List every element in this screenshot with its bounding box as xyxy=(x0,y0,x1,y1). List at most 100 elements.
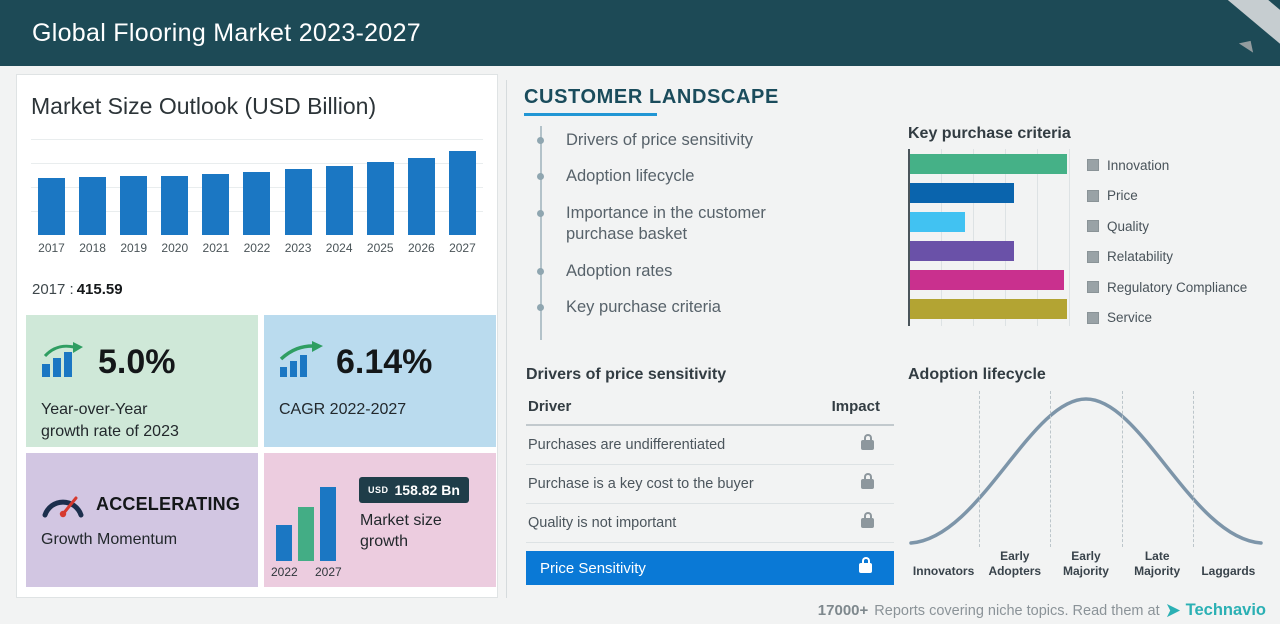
bar-column-2027 xyxy=(442,139,483,235)
x-axis-labels: 2017201820192020202120222023202420252026… xyxy=(31,241,483,255)
bar-2025 xyxy=(367,162,394,235)
lock-icon xyxy=(861,518,874,528)
market-size-title: Market Size Outlook (USD Billion) xyxy=(31,93,376,120)
kpc-bar-relatability xyxy=(910,241,1014,261)
stage-label-laggards: Laggards xyxy=(1193,564,1264,579)
bar-column-2019 xyxy=(113,139,154,235)
driver-row: Quality is not important xyxy=(526,504,894,543)
column-header-impact: Impact xyxy=(832,398,894,415)
section-divider xyxy=(506,80,507,598)
price-sensitivity-highlight-row: Price Sensitivity xyxy=(526,551,894,585)
yoy-growth-card: 5.0% Year-over-Year growth rate of 2023 xyxy=(26,315,258,447)
series-marker-icon xyxy=(1087,220,1099,232)
market-size-outlook-panel: Market Size Outlook (USD Billion) 201720… xyxy=(16,74,498,598)
cagr-value: 6.14% xyxy=(336,343,432,382)
speedometer-icon xyxy=(40,485,86,524)
momentum-value: ACCELERATING xyxy=(96,494,240,515)
table-body: Purchases are undifferentiated Purchase i… xyxy=(526,426,894,543)
x-tick-2023: 2023 xyxy=(278,241,319,255)
adoption-lifecycle-chart xyxy=(908,389,1264,547)
bar-chart-up-arrow-icon xyxy=(40,341,86,384)
bar-column-2023 xyxy=(278,139,319,235)
customer-landscape-list: Drivers of price sensitivity Adoption lif… xyxy=(540,126,824,340)
landscape-item-importance-in-the-customer-purchase-basket: Importance in the customer purchase bask… xyxy=(566,203,824,246)
key-purchase-criteria-title: Key purchase criteria xyxy=(908,125,1071,143)
technavio-logo[interactable]: Technavio xyxy=(1166,601,1266,620)
chart-legend: InnovationPriceQualityRelatabilityRegula… xyxy=(1087,150,1247,333)
brand-name: Technavio xyxy=(1186,601,1266,620)
table-header-row: Driver Impact xyxy=(526,392,894,426)
stage-label-early-majority: Early Majority xyxy=(1050,549,1121,579)
kpc-bar-service xyxy=(910,299,1067,319)
series-marker-icon xyxy=(1087,190,1099,202)
driver-label: Quality is not important xyxy=(528,515,676,531)
bar-column-2018 xyxy=(72,139,113,235)
legend-item-innovation: Innovation xyxy=(1087,150,1247,181)
base-year-value: 415.59 xyxy=(77,281,123,298)
series-marker-icon xyxy=(1087,251,1099,263)
bar-column-2026 xyxy=(401,139,442,235)
stage-label-innovators: Innovators xyxy=(908,564,979,579)
growth-momentum-card: ACCELERATING Growth Momentum xyxy=(26,453,258,587)
kpc-bar-regulatory-compliance xyxy=(910,270,1064,290)
kpc-bar-price xyxy=(910,183,1014,203)
kpc-bar-innovation xyxy=(910,154,1067,174)
landscape-item-key-purchase-criteria: Key purchase criteria xyxy=(566,297,824,318)
cagr-card-top: 6.14% xyxy=(278,341,432,384)
growth-amount: 158.82 Bn xyxy=(395,482,460,498)
x-tick-2020: 2020 xyxy=(154,241,195,255)
driver-row: Purchases are undifferentiated xyxy=(526,426,894,465)
header-bar: Global Flooring Market 2023-2027 xyxy=(0,0,1280,66)
stage-divider xyxy=(1122,391,1123,547)
bar-column-2017 xyxy=(31,139,72,235)
bell-curve xyxy=(908,389,1264,547)
mini-bar-mid xyxy=(298,507,314,561)
customer-landscape-title: CUSTOMER LANDSCAPE xyxy=(524,86,779,109)
currency-label: USD xyxy=(368,485,389,495)
legend-item-regulatory-compliance: Regulatory Compliance xyxy=(1087,272,1247,303)
landscape-item-adoption-rates: Adoption rates xyxy=(566,261,824,282)
x-tick-2027: 2027 xyxy=(442,241,483,255)
momentum-card-top: ACCELERATING xyxy=(40,485,240,524)
landscape-item-adoption-lifecycle: Adoption lifecycle xyxy=(566,166,824,187)
page-title: Global Flooring Market 2023-2027 xyxy=(32,19,421,48)
bar-2018 xyxy=(79,177,106,235)
lock-icon xyxy=(859,563,872,573)
footer-text: Reports covering niche topics. Read them… xyxy=(874,603,1159,619)
yoy-card-top: 5.0% xyxy=(40,341,176,384)
driver-row: Purchase is a key cost to the buyer xyxy=(526,465,894,504)
legend-item-price: Price xyxy=(1087,181,1247,212)
highlight-label: Price Sensitivity xyxy=(540,560,646,577)
legend-item-quality: Quality xyxy=(1087,211,1247,242)
stage-label-early-adopters: Early Adopters xyxy=(979,549,1050,579)
bar-column-2021 xyxy=(195,139,236,235)
yoy-desc-line2: growth rate of 2023 xyxy=(41,423,179,440)
corner-ribbon-fold-icon xyxy=(1239,41,1253,55)
infographic: Global Flooring Market 2023-2027 Market … xyxy=(0,0,1280,624)
cagr-desc: CAGR 2022-2027 xyxy=(279,399,406,421)
lock-icon xyxy=(861,479,874,489)
stage-label-late-majority: Late Majority xyxy=(1122,549,1193,579)
driver-label: Purchase is a key cost to the buyer xyxy=(528,476,754,492)
legend-label: Service xyxy=(1107,310,1152,325)
kpc-row-quality xyxy=(910,212,1072,232)
momentum-desc: Growth Momentum xyxy=(41,529,177,551)
price-sensitivity-table: Driver Impact Purchases are undifferenti… xyxy=(526,392,894,585)
stage-divider xyxy=(979,391,980,547)
adoption-stage-labels: InnovatorsEarly AdoptersEarly MajorityLa… xyxy=(908,549,1264,579)
adoption-lifecycle-title: Adoption lifecycle xyxy=(908,366,1046,384)
bar-2021 xyxy=(202,174,229,235)
cagr-card: 6.14% CAGR 2022-2027 xyxy=(264,315,496,447)
bar-2023 xyxy=(285,169,312,235)
technavio-arrow-icon xyxy=(1166,603,1181,618)
landscape-item-drivers-of-price-sensitivity: Drivers of price sensitivity xyxy=(566,130,824,151)
growth-amount-badge: USD 158.82 Bn xyxy=(359,477,469,503)
legend-label: Regulatory Compliance xyxy=(1107,280,1247,295)
growth-trend-arrow-icon xyxy=(278,341,324,384)
bar-2017 xyxy=(38,178,65,235)
x-tick-2025: 2025 xyxy=(360,241,401,255)
stage-divider xyxy=(1193,391,1194,547)
market-size-growth-card: 2022 2027 USD 158.82 Bn Market size grow… xyxy=(264,453,496,587)
report-count: 17000+ xyxy=(818,602,868,619)
bar-column-2020 xyxy=(154,139,195,235)
